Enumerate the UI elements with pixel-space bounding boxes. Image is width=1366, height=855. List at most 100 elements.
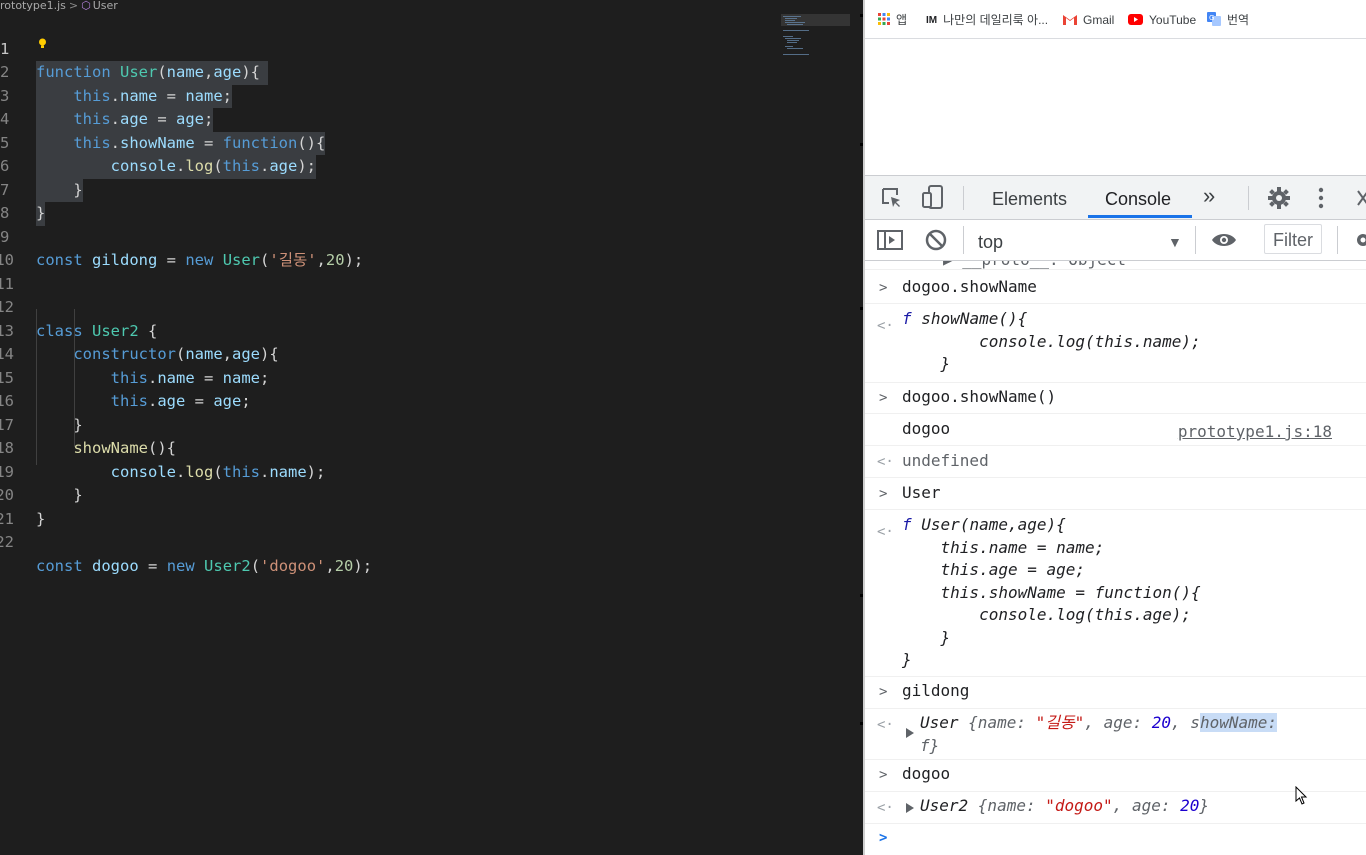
- code-line[interactable]: 7 }: [0, 155, 780, 226]
- console-input-row: > User: [865, 478, 1366, 510]
- close-icon[interactable]: [1357, 190, 1366, 206]
- return-arrow-icon: <·: [877, 800, 894, 816]
- breadcrumb-file[interactable]: rototype1.js: [0, 0, 66, 12]
- result-output: undefined: [902, 451, 989, 470]
- bookmarks-bar: 앱 IM 나만의 데일리룩 아... Gmail YouTube G 번역: [865, 0, 1366, 39]
- bookmark-apps[interactable]: 앱: [878, 12, 907, 28]
- bookmark-label: 번역: [1227, 13, 1250, 28]
- bookmark-dailylook[interactable]: IM 나만의 데일리룩 아...: [926, 12, 1048, 28]
- devtools-panel: Elements Console » top ▼ Filter > dogoo.…: [865, 175, 1366, 855]
- code-text: const dogoo = new User2('dogoo',20);: [36, 556, 373, 575]
- bookmark-label: 앱: [896, 13, 908, 27]
- code-line[interactable]: 3 this.age = age;: [0, 61, 780, 132]
- code-line[interactable]: 9 const gildong = new User('길동',20);: [0, 202, 780, 270]
- return-arrow-icon: <·: [877, 717, 894, 733]
- console-input-row: > gildong: [865, 677, 1366, 709]
- code-line[interactable]: 12 class User2 {: [0, 273, 780, 340]
- devtools-tabbar: Elements Console »: [865, 176, 1366, 220]
- source-link[interactable]: prototype1.js:18: [1178, 422, 1332, 441]
- translate-icon: G: [1207, 12, 1221, 30]
- code-line[interactable]: 5 console.log(this.age);: [0, 108, 780, 179]
- code-line[interactable]: 11: [0, 249, 780, 293]
- gmail-icon: [1063, 13, 1077, 29]
- code-line[interactable]: 18 console.log(this.name);: [0, 414, 780, 481]
- svg-text:G: G: [1209, 14, 1214, 22]
- console-message: ▶ __proto__: Object: [865, 261, 1366, 270]
- youtube-icon: [1128, 13, 1143, 29]
- im-logo-icon: IM: [926, 14, 938, 26]
- apps-grid-icon: [878, 12, 890, 29]
- bookmark-label: Gmail: [1083, 13, 1115, 27]
- code-line[interactable]: 22 const dogoo = new User2('dogoo',20);: [0, 508, 780, 575]
- mouse-cursor-icon: [1295, 786, 1308, 805]
- code-line[interactable]: 17 showName(){: [0, 390, 780, 458]
- browser-window: 앱 IM 나만의 데일리룩 아... Gmail YouTube G 번역 El…: [865, 0, 1366, 855]
- function-output[interactable]: f showName(){ console.log(this.name); }: [902, 308, 1201, 376]
- console-input: gildong: [902, 681, 970, 700]
- bookmark-youtube[interactable]: YouTube: [1128, 12, 1196, 28]
- code-line[interactable]: 8: [0, 179, 780, 222]
- inspect-element-icon[interactable]: [880, 186, 904, 210]
- code-line[interactable]: 6 }: [0, 132, 780, 202]
- console-input: User: [902, 483, 941, 502]
- console-result-row: <· undefined: [865, 446, 1366, 478]
- object-output[interactable]: User2 {name: "dogoo", age: 20}: [920, 795, 1209, 818]
- code-editor[interactable]: rototype1.js > ⬡ User 1 function User(name,…: [0, 0, 863, 855]
- expand-triangle-icon[interactable]: [906, 728, 914, 738]
- kebab-menu-icon[interactable]: [1317, 186, 1325, 210]
- code-line[interactable]: 20 }: [0, 461, 780, 528]
- code-line[interactable]: 19 }: [0, 437, 780, 505]
- code-line[interactable]: 1 function User(name,age){: [0, 14, 780, 85]
- bookmark-label: 나만의 데일리룩 아...: [943, 13, 1049, 27]
- code-line[interactable]: 21: [0, 484, 780, 528]
- minimap[interactable]: [781, 14, 850, 64]
- context-selector[interactable]: top: [978, 232, 1003, 253]
- bookmark-gmail[interactable]: Gmail: [1063, 12, 1114, 28]
- more-tabs-button[interactable]: »: [1203, 185, 1215, 207]
- code-line[interactable]: 16 }: [0, 367, 780, 434]
- console-input: dogoo: [902, 764, 951, 783]
- filter-input[interactable]: Filter: [1264, 224, 1322, 254]
- function-output[interactable]: f User(name,age){ this.name = name; this…: [902, 514, 1201, 672]
- line-number: 22: [0, 533, 14, 551]
- show-sidebar-icon[interactable]: [877, 230, 903, 250]
- dropdown-arrow-icon[interactable]: ▼: [1168, 234, 1182, 250]
- code-line[interactable]: 15 this.age = age;: [0, 343, 780, 411]
- breadcrumb-symbol[interactable]: User: [93, 0, 118, 12]
- page-viewport[interactable]: [865, 39, 1366, 175]
- live-expression-eye-icon[interactable]: [1211, 232, 1237, 248]
- proto-line[interactable]: ▶ __proto__: Object: [943, 261, 1126, 272]
- console-input-row: > dogoo.showName(): [865, 383, 1366, 414]
- console-toolbar: top ▼ Filter: [865, 220, 1366, 261]
- console-settings-icon[interactable]: [1353, 230, 1366, 250]
- console-input: dogoo.showName: [902, 277, 1037, 296]
- console-prompt-row[interactable]: >: [865, 824, 1366, 854]
- bookmark-label: YouTube: [1149, 13, 1197, 27]
- tab-elements[interactable]: Elements: [992, 188, 1067, 210]
- tab-console[interactable]: Console: [1105, 188, 1171, 210]
- input-chevron-icon: >: [879, 767, 888, 783]
- console-result-row: <· User2 {name: "dogoo", age: 20}: [865, 792, 1366, 824]
- console-result-row: <· User {name: "길동", age: 20, showName: …: [865, 709, 1366, 760]
- object-output[interactable]: User {name: "길동", age: 20, showName: f}: [920, 712, 1277, 757]
- code-line[interactable]: 4 this.showName = function(){: [0, 85, 780, 155]
- expand-triangle-icon[interactable]: [906, 803, 914, 813]
- code-line[interactable]: 10: [0, 226, 780, 269]
- bookmark-translate[interactable]: G 번역: [1207, 12, 1249, 28]
- input-chevron-icon: >: [879, 486, 888, 502]
- input-chevron-icon: >: [879, 280, 888, 296]
- code-line[interactable]: 2 this.name = name;: [0, 38, 780, 108]
- lightbulb-icon[interactable]: [38, 38, 47, 49]
- code-line[interactable]: 13 constructor(name,age){: [0, 296, 780, 364]
- symbol-icon: ⬡: [81, 0, 91, 12]
- breadcrumb-separator: >: [68, 0, 79, 12]
- active-tab-indicator: [1088, 215, 1192, 218]
- console-input: dogoo.showName(): [902, 387, 1057, 406]
- prompt-chevron-icon: >: [879, 830, 888, 846]
- code-line[interactable]: 14 this.name = name;: [0, 320, 780, 387]
- device-toolbar-icon[interactable]: [921, 184, 945, 210]
- settings-gear-icon[interactable]: [1267, 186, 1291, 210]
- console-output[interactable]: ▶ __proto__: Object > dogoo.showName <· …: [865, 261, 1366, 855]
- console-input-row: > dogoo: [865, 760, 1366, 792]
- clear-console-icon[interactable]: [925, 229, 947, 251]
